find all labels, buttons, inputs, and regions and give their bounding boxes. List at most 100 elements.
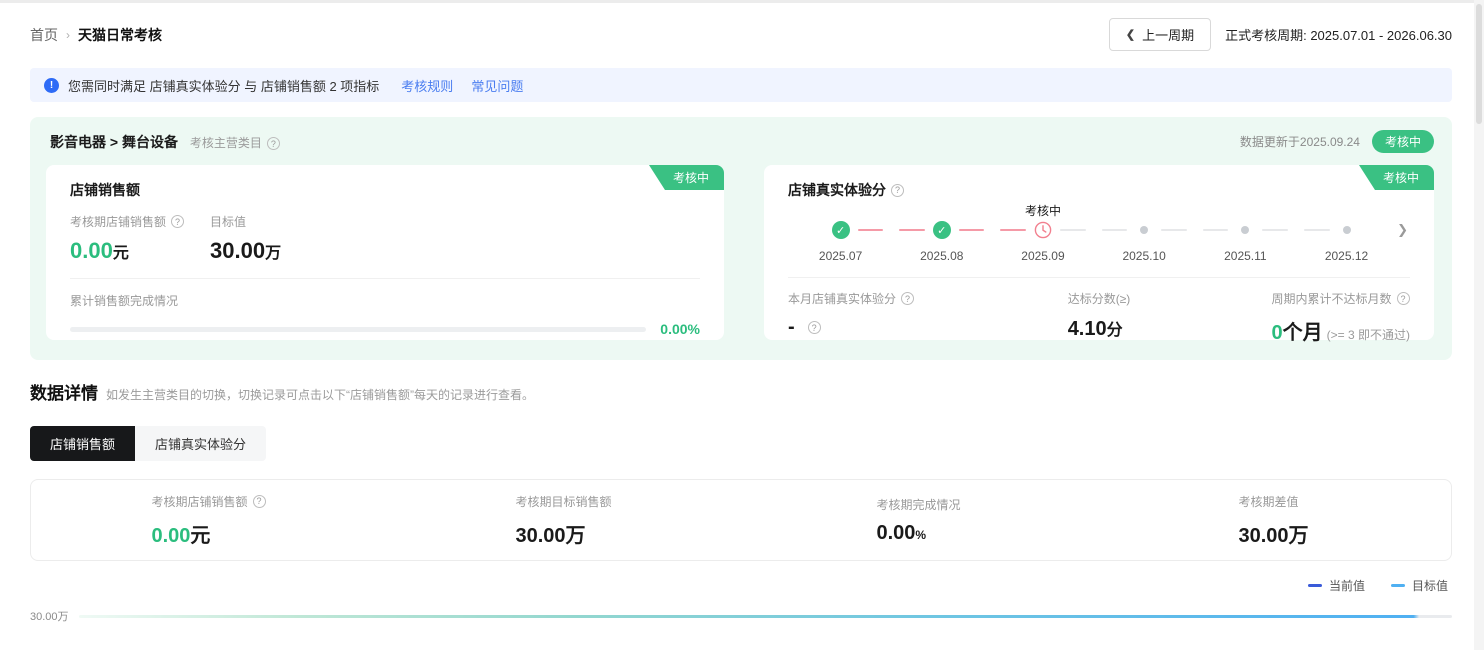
tab-sales[interactable]: 店铺销售额 — [30, 426, 136, 461]
legend-item-target[interactable]: 目标值 — [1390, 577, 1448, 594]
assessment-card: 影音电器 > 舞台设备 考核主营类目? 数据更新于2025.09.24 考核中 … — [30, 117, 1452, 360]
timeline-month-label: 2025.08 — [920, 249, 964, 263]
help-icon[interactable]: ? — [891, 183, 904, 197]
timeline-next-chevron-icon[interactable]: ❯ — [1397, 222, 1408, 238]
status-badge: 考核中 — [1371, 130, 1434, 153]
summary-label: 考核期目标销售额 — [515, 494, 612, 509]
scrollbar[interactable] — [1474, 0, 1484, 650]
summary-unit: 万 — [565, 524, 586, 547]
sales-target-block: 目标值 30.00万 — [210, 213, 281, 264]
threshold-unit: 分 — [1106, 322, 1123, 339]
fail-months-block: 周期内累计不达标月数? 0个月 (>= 3 即不通过) — [1272, 290, 1410, 345]
timeline-step: 2025.12 — [1296, 202, 1397, 263]
fail-months-number: 0 — [1271, 322, 1283, 344]
progress-bar — [70, 326, 647, 332]
scrollbar-thumb[interactable] — [1476, 4, 1482, 124]
timeline-segment — [1161, 229, 1187, 231]
details-title: 数据详情 — [30, 384, 98, 403]
assessment-rules-link[interactable]: 考核规则 — [401, 76, 453, 95]
timeline-step-current: 考核中 2025.09 — [992, 202, 1093, 263]
page-header: 首页 › 天猫日常考核 ❮ 上一周期 正式考核周期: 2025.07.01 - … — [30, 18, 1452, 51]
timeline-month-label: 2025.07 — [818, 249, 863, 263]
summary-unit: % — [915, 527, 927, 542]
timeline-step: ✓ 2025.07 — [790, 202, 891, 263]
summary-number: 30.00 — [515, 524, 566, 547]
help-icon[interactable]: ? — [1396, 292, 1410, 305]
sales-target-value: 30.00万 — [210, 238, 281, 264]
sales-target-number: 30.00 — [210, 238, 266, 263]
assessment-card-header-right: 数据更新于2025.09.24 考核中 — [1240, 130, 1434, 153]
summary-value: 0.00元 — [151, 519, 265, 548]
experience-card: 考核中 店铺真实体验分? ✓ 2025.07 ✓ 2025.08 考核中 202… — [764, 165, 1434, 344]
chevron-left-icon: ❮ — [1125, 29, 1136, 41]
info-icon: ! — [44, 77, 59, 93]
help-icon[interactable]: ? — [171, 215, 185, 228]
faq-link[interactable]: 常见问题 — [471, 76, 523, 95]
fail-months-note: (>= 3 即不通过) — [1326, 328, 1410, 342]
step-above-spacer — [1296, 202, 1397, 220]
month-score-number: - — [788, 316, 795, 338]
help-icon[interactable]: ? — [807, 321, 821, 334]
month-score-block: 本月店铺真实体验分? -? — [788, 290, 1005, 345]
y-axis-tick-label: 30.00万 — [30, 611, 69, 623]
dot-icon — [1236, 221, 1254, 239]
timeline-month-label: 2025.11 — [1224, 249, 1267, 263]
details-header: 数据详情 如发生主营类目的切换，切换记录可点击以下“店铺销售额”每天的记录进行查… — [30, 379, 1452, 404]
banner-text: 您需同时满足 店铺真实体验分 与 店铺销售额 2 项指标 — [68, 78, 380, 94]
summary-value: 30.00万 — [515, 519, 611, 548]
threshold-block: 达标分数(≥) 4.10分 — [1068, 290, 1131, 345]
experience-card-title-text: 店铺真实体验分 — [788, 182, 886, 198]
month-score-label-text: 本月店铺真实体验分 — [788, 292, 897, 306]
category-path: 影音电器 > 舞台设备 考核主营类目? — [50, 132, 280, 152]
clock-icon — [1034, 221, 1052, 239]
dot-icon — [1338, 221, 1356, 239]
category-path-text: 影音电器 > 舞台设备 — [50, 133, 178, 150]
dot-icon — [1135, 221, 1153, 239]
summary-unit: 元 — [190, 524, 211, 547]
prev-period-button[interactable]: ❮ 上一周期 — [1108, 18, 1212, 51]
summary-unit: 万 — [1288, 524, 1309, 547]
progress-row: 0.00% — [70, 321, 700, 337]
step-above-spacer — [1195, 202, 1296, 220]
summary-cell: 考核期店铺销售额? 0.00元 — [31, 493, 386, 548]
threshold-number: 4.10 — [1067, 318, 1107, 340]
summary-number: 30.00 — [1238, 524, 1289, 547]
details-subtitle: 如发生主营类目的切换，切换记录可点击以下“店铺销售额”每天的记录进行查看。 — [106, 388, 534, 402]
help-icon[interactable]: ? — [266, 137, 280, 150]
step-above-spacer — [790, 202, 891, 220]
month-score-label: 本月店铺真实体验分? — [788, 290, 1005, 307]
legend-item-current[interactable]: 当前值 — [1307, 577, 1365, 594]
experience-stats-row: 本月店铺真实体验分? -? 达标分数(≥) 4.10分 周期内累计不达标月数 ?… — [788, 290, 1410, 345]
timeline-step: 2025.11 — [1195, 202, 1296, 263]
help-icon[interactable]: ? — [901, 292, 915, 305]
tab-experience[interactable]: 店铺真实体验分 — [135, 426, 267, 461]
sales-current-number: 0.00 — [70, 238, 113, 263]
category-note-text: 考核主营类目 — [189, 135, 262, 150]
fail-months-unit: 个月 — [1282, 322, 1323, 344]
assessment-period-text: 正式考核周期: 2025.07.01 - 2026.06.30 — [1225, 28, 1452, 43]
sales-target-label: 目标值 — [210, 215, 247, 229]
threshold-value: 4.10分 — [1068, 316, 1131, 341]
sales-values-row: 考核期店铺销售额? 0.00元 目标值 30.00万 — [70, 213, 700, 264]
help-icon[interactable]: ? — [252, 494, 266, 508]
summary-label-text: 考核期店铺销售额 — [151, 494, 248, 509]
timeline-month-label: 2025.09 — [1021, 249, 1065, 263]
timeline-month-label: 2025.12 — [1324, 249, 1369, 263]
summary-number: 0.00 — [876, 521, 916, 544]
timeline-segment — [1262, 229, 1288, 231]
timeline-segment — [958, 229, 985, 231]
legend-dash-icon — [1390, 584, 1405, 587]
month-timeline: ✓ 2025.07 ✓ 2025.08 考核中 2025.09 2025.10 … — [788, 202, 1410, 263]
summary-number: 0.00 — [151, 524, 191, 547]
summary-label: 考核期差值 — [1238, 494, 1299, 509]
fail-months-label: 周期内累计不达标月数? — [1272, 290, 1410, 307]
fail-months-value: 0个月 (>= 3 即不通过) — [1272, 316, 1410, 345]
timeline-segment — [857, 229, 884, 231]
sales-current-block: 考核期店铺销售额? 0.00元 — [70, 213, 185, 264]
summary-value: 30.00万 — [1238, 519, 1308, 548]
info-banner: ! 您需同时满足 店铺真实体验分 与 店铺销售额 2 项指标 考核规则 常见问题 — [30, 68, 1452, 102]
legend-dash-icon — [1307, 584, 1322, 587]
summary-label: 考核期店铺销售额? — [151, 493, 266, 510]
details-tabs: 店铺销售额 店铺真实体验分 — [30, 426, 1452, 461]
breadcrumb-home-link[interactable]: 首页 — [30, 25, 58, 45]
